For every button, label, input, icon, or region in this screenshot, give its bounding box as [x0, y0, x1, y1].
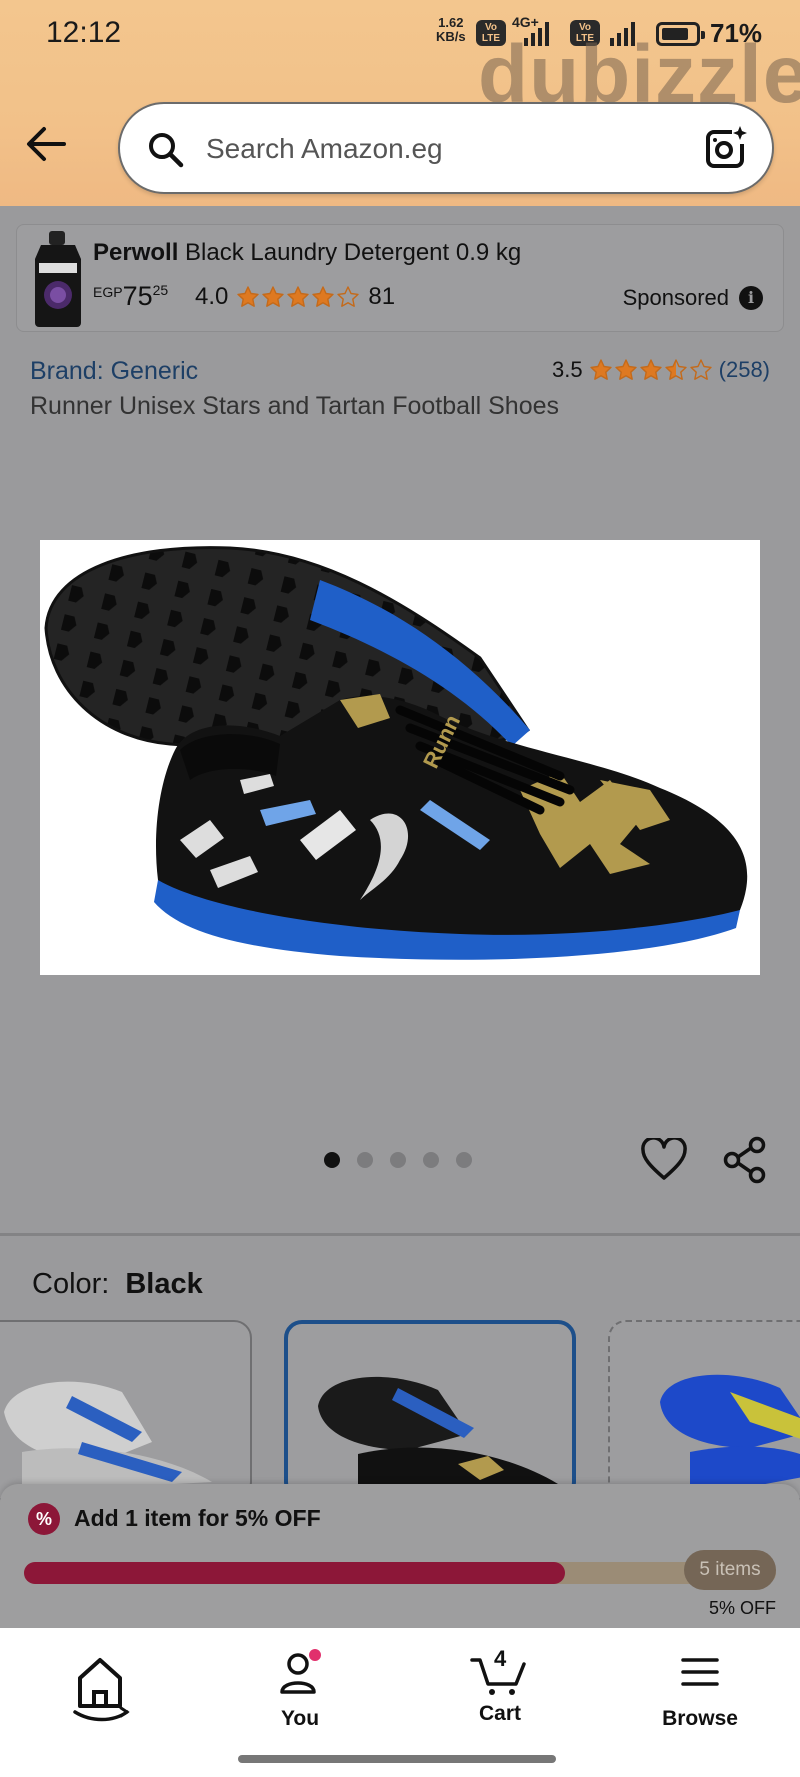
search-bar[interactable]: Search Amazon.eg — [118, 102, 774, 194]
home-icon — [73, 1658, 130, 1722]
color-swatch-black-blue-gold[interactable] — [284, 1320, 576, 1500]
menu-icon — [681, 1658, 719, 1686]
product-rating-stars — [589, 358, 713, 382]
nav-cart[interactable]: 4 Cart — [430, 1646, 570, 1726]
color-swatch-blue-yellow[interactable] — [608, 1320, 800, 1500]
detergent-bottle-image — [35, 231, 81, 327]
nav-you[interactable]: You — [230, 1648, 370, 1731]
carousel-dot[interactable] — [423, 1152, 439, 1168]
cart-count: 4 — [494, 1646, 507, 1671]
color-swatch-white-blue[interactable] — [0, 1320, 252, 1500]
nav-browse[interactable]: Browse — [630, 1648, 770, 1731]
star-icon — [689, 359, 712, 380]
discount-label: 5% OFF — [708, 1598, 776, 1618]
star-icon — [262, 286, 285, 307]
share-icon[interactable] — [722, 1136, 768, 1184]
user-icon — [280, 1649, 321, 1694]
section-divider — [0, 1233, 800, 1236]
status-time: 12:12 — [46, 16, 122, 49]
ad-title: Perwoll Black Laundry Detergent 0.9 kg — [93, 239, 522, 266]
back-arrow-icon[interactable] — [24, 122, 68, 166]
carousel-dot[interactable] — [357, 1152, 373, 1168]
sponsored-label[interactable]: Sponsored i — [623, 285, 763, 311]
gesture-bar[interactable] — [238, 1755, 556, 1763]
star-icon — [664, 359, 687, 380]
star-icon — [312, 286, 335, 307]
carousel-dot[interactable] — [390, 1152, 406, 1168]
percent-icon: % — [28, 1503, 60, 1535]
search-input[interactable]: Search Amazon.eg — [206, 133, 443, 165]
promo-message: Add 1 item for 5% OFF — [74, 1505, 321, 1531]
star-icon — [614, 359, 637, 380]
discount-promo-panel[interactable]: % Add 1 item for 5% OFF 5 items 5% OFF — [0, 1484, 800, 1628]
carousel-dot[interactable] — [456, 1152, 472, 1168]
ad-rating-stars — [236, 285, 360, 309]
color-label: Color: Black — [32, 1268, 203, 1300]
product-title: Runner Unisex Stars and Tartan Football … — [30, 392, 560, 420]
app-header: 12:12 1.62 KB/s Vo LTE 4G+ Vo LTE 71% du… — [0, 0, 800, 206]
star-icon — [337, 286, 360, 307]
image-carousel-dots[interactable] — [324, 1152, 472, 1168]
promo-progress-bar — [24, 1562, 776, 1584]
ad-rating: 4.0 81 — [195, 283, 396, 310]
heart-icon[interactable] — [640, 1138, 688, 1182]
star-icon — [237, 286, 260, 307]
sponsored-ad[interactable]: Perwoll Black Laundry Detergent 0.9 kg E… — [16, 224, 784, 332]
brand-link[interactable]: Brand: Generic — [30, 357, 198, 386]
star-icon — [589, 359, 612, 380]
info-icon[interactable]: i — [739, 286, 763, 310]
camera-lens-icon[interactable] — [702, 124, 750, 172]
product-image[interactable]: Runn — [40, 540, 760, 975]
nav-home[interactable] — [30, 1648, 170, 1733]
star-icon — [639, 359, 662, 380]
items-milestone-pill: 5 items — [684, 1550, 776, 1590]
star-icon — [287, 286, 310, 307]
search-icon — [149, 133, 184, 168]
product-rating[interactable]: 3.5 (258) — [552, 357, 770, 383]
promo-progress-fill — [24, 1562, 566, 1584]
carousel-dot[interactable] — [324, 1152, 340, 1168]
ad-price: EGP7525 — [93, 281, 169, 311]
network-speed: 1.62 KB/s — [436, 15, 466, 44]
